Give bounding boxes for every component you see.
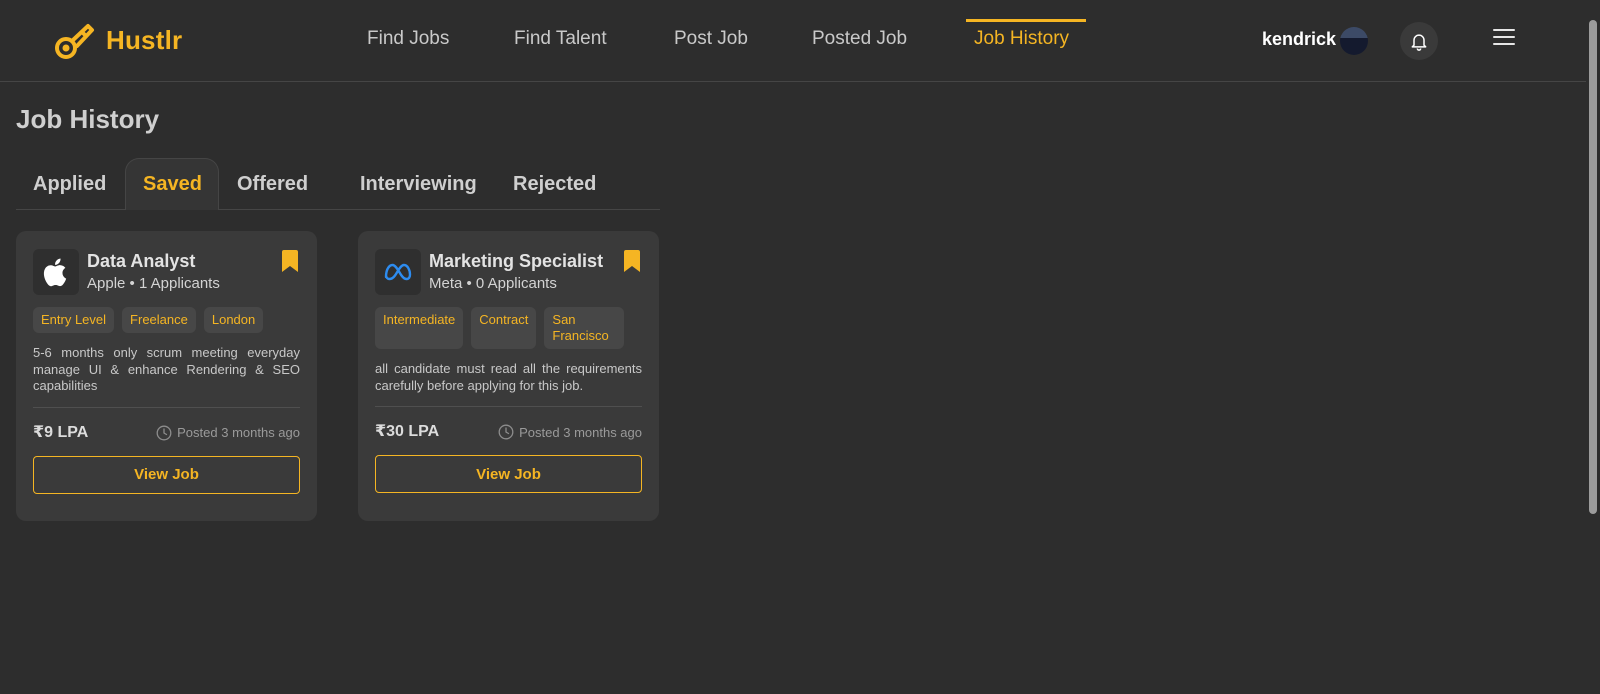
nav-job-history[interactable]: Job History bbox=[974, 28, 1069, 50]
bookmark-icon[interactable] bbox=[282, 250, 298, 272]
company-logo bbox=[33, 249, 79, 295]
job-company-applicants: Apple • 1 Applicants bbox=[87, 275, 220, 292]
page-scrollbar[interactable] bbox=[1586, 0, 1600, 694]
job-title[interactable]: Marketing Specialist bbox=[429, 251, 603, 272]
job-salary: ₹30 LPA bbox=[375, 423, 440, 440]
job-description: all candidate must read all the requirem… bbox=[375, 361, 642, 393]
nav-find-jobs[interactable]: Find Jobs bbox=[367, 28, 449, 50]
tab-rejected[interactable]: Rejected bbox=[496, 158, 613, 210]
clock-icon bbox=[156, 425, 172, 440]
job-company-applicants: Meta • 0 Applicants bbox=[429, 275, 557, 292]
job-description: 5-6 months only scrum meeting everyday m… bbox=[33, 345, 300, 393]
top-navbar: Hustlr Find Jobs Find Talent Post Job Po… bbox=[0, 0, 1586, 82]
hamburger-menu-icon[interactable] bbox=[1493, 29, 1515, 51]
nav-posted-job[interactable]: Posted Job bbox=[812, 28, 907, 50]
tab-saved[interactable]: Saved bbox=[125, 158, 219, 210]
nav-active-indicator bbox=[966, 19, 1086, 22]
bookmark-icon[interactable] bbox=[624, 250, 640, 272]
job-card: Marketing Specialist Meta • 0 Applicants… bbox=[358, 231, 659, 521]
job-tags: Intermediate Contract San Francisco bbox=[375, 307, 642, 349]
tab-offered[interactable]: Offered bbox=[220, 158, 325, 210]
divider bbox=[33, 406, 300, 408]
job-title[interactable]: Data Analyst bbox=[87, 251, 195, 272]
job-tags: Entry Level Freelance London bbox=[33, 307, 300, 333]
scrollbar-thumb[interactable] bbox=[1589, 20, 1597, 514]
meta-logo-icon bbox=[384, 263, 412, 281]
tag-location: London bbox=[203, 307, 264, 333]
tag-location: San Francisco bbox=[544, 307, 625, 349]
job-history-tabs: Applied Saved Offered Interviewing Rejec… bbox=[16, 158, 660, 210]
tag-level: Entry Level bbox=[33, 307, 115, 333]
tag-level: Intermediate bbox=[375, 307, 464, 349]
view-job-button[interactable]: View Job bbox=[375, 455, 642, 493]
job-card: Data Analyst Apple • 1 Applicants Entry … bbox=[16, 231, 317, 521]
avatar[interactable] bbox=[1340, 27, 1368, 55]
company-logo bbox=[375, 249, 421, 295]
apple-logo-icon bbox=[43, 258, 67, 287]
view-job-button[interactable]: View Job bbox=[33, 455, 300, 494]
notifications-button[interactable] bbox=[1400, 22, 1438, 60]
posted-label: Posted 3 months ago bbox=[177, 425, 300, 440]
job-salary: ₹9 LPA bbox=[33, 423, 89, 441]
tab-applied[interactable]: Applied bbox=[16, 158, 123, 210]
clock-icon bbox=[498, 424, 514, 440]
tag-type: Contract bbox=[471, 307, 537, 349]
posted-label: Posted 3 months ago bbox=[519, 424, 642, 440]
tab-interviewing[interactable]: Interviewing bbox=[343, 158, 494, 210]
tag-type: Freelance bbox=[122, 307, 196, 333]
job-posted-time: Posted 3 months ago bbox=[498, 424, 642, 440]
divider bbox=[375, 406, 642, 407]
bell-icon bbox=[1411, 34, 1427, 51]
job-posted-time: Posted 3 months ago bbox=[156, 425, 300, 441]
user-name[interactable]: kendrick bbox=[1262, 29, 1336, 50]
nav-find-talent[interactable]: Find Talent bbox=[514, 28, 607, 50]
page-title: Job History bbox=[16, 104, 160, 134]
nav-post-job[interactable]: Post Job bbox=[674, 28, 748, 50]
